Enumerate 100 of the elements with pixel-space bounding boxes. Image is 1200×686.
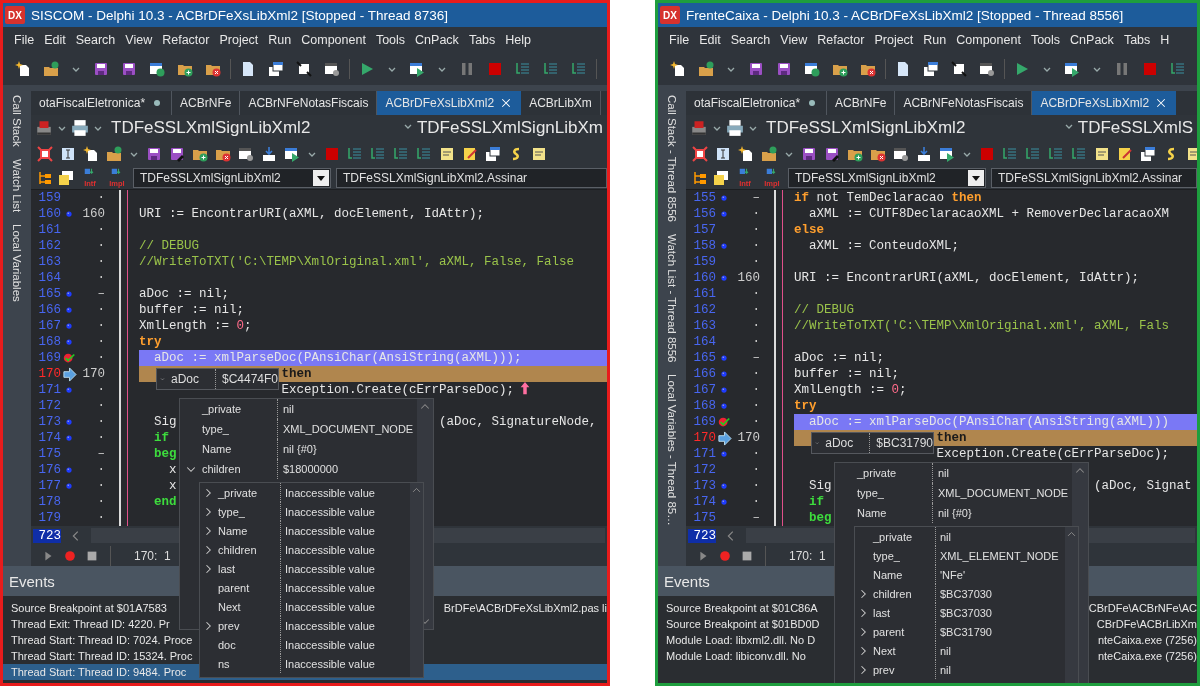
line-number: 176 <box>37 462 61 478</box>
field-value: $BC37030 <box>935 584 1064 603</box>
code-line: XmlLength := 0; <box>794 382 907 398</box>
gutter-mark: – <box>751 190 761 206</box>
gutter-mark: · <box>96 238 106 254</box>
field-name: type_ <box>202 423 230 435</box>
gutter-mark: 170 <box>736 430 761 446</box>
field-value: $18000000 <box>277 459 416 479</box>
code-line: XmlLength := 0; <box>139 318 252 334</box>
gutter-mark: · <box>96 494 106 510</box>
gutter-mark: · <box>751 398 761 414</box>
line-number: 179 <box>37 510 61 526</box>
field-value: Inaccessible value <box>280 483 409 502</box>
line-number: 172 <box>37 398 61 414</box>
gutter-mark: – <box>96 446 106 462</box>
event-text: CBrDFe\ACBrLibXm <box>1096 618 1197 630</box>
code-line: aDoc := nil; <box>139 286 229 302</box>
line-number: 169 <box>37 350 61 366</box>
event-text: nteCaixa.exe (7256) <box>1097 634 1197 646</box>
code-line: Exception.Create(cErrParseDoc); <box>281 382 515 398</box>
line-number: 162 <box>37 238 61 254</box>
gutter-mark: · <box>751 318 761 334</box>
code-line: (aDoc, Signat <box>1094 478 1192 494</box>
event-text: Source Breakpoint at $01BD0D <box>666 618 820 630</box>
line-number: 167 <box>37 318 61 334</box>
line-number: 161 <box>692 286 716 302</box>
gutter-mark: – <box>751 510 761 526</box>
line-number: 159 <box>37 190 61 206</box>
line-number: 173 <box>37 414 61 430</box>
gutter-mark: · <box>96 318 106 334</box>
code-line: aXML := ConteudoXML; <box>809 238 960 254</box>
field-value: Inaccessible value <box>280 578 409 597</box>
code-line: if not TemDeclaracao then <box>794 190 982 206</box>
line-number: 175 <box>692 510 716 526</box>
line-number: 158 <box>692 238 716 254</box>
event-text: BrDFe\ACBrDFeXsLibXml2.pas li <box>443 602 607 614</box>
gutter-mark: · <box>751 382 761 398</box>
field-name: Next <box>217 600 242 613</box>
gutter-mark: · <box>751 478 761 494</box>
line-number: 159 <box>692 254 716 270</box>
line-count: 723 <box>688 528 716 543</box>
cursor-position: 170: 1 <box>134 549 171 563</box>
field-value: XML_DOCUMENT_NODE <box>932 483 1071 503</box>
app-badge: DX <box>5 6 25 24</box>
gutter-mark: · <box>96 510 106 526</box>
code-line: URI := EncontrarURI(aXML, docElement, IdAttr); <box>794 270 1140 286</box>
field-name: Name <box>857 507 888 519</box>
code-line: if <box>154 430 170 446</box>
code-line: //WriteToTXT('C:\TEMP\XmlOriginal.xml', aXML, False, False <box>139 254 575 270</box>
field-value: XML_ELEMENT_NODE <box>935 546 1064 565</box>
field-value: nil <box>277 399 416 419</box>
line-number: 175 <box>37 446 61 462</box>
gutter-mark: · <box>96 398 106 414</box>
code-line: (aDoc, SignatureNode, <box>439 414 597 430</box>
field-value: XML_DOCUMENT_NODE <box>277 419 416 439</box>
code-line: aXML := CUTF8DeclaracaoXML + RemoverDeclaracaoXM <box>809 206 1170 222</box>
gutter-mark: · <box>751 302 761 318</box>
line-number: 171 <box>37 382 61 398</box>
field-value: nil {#0} <box>277 439 416 459</box>
code-line: Sig <box>809 478 832 494</box>
line-number: 166 <box>37 302 61 318</box>
event-text: Thread Start: Thread ID: 7024. Proce <box>11 634 193 646</box>
line-number: 160 <box>692 270 716 286</box>
event-text: Source Breakpoint at $01C86A <box>666 602 818 614</box>
field-name: _private <box>202 403 243 415</box>
cursor-position: 170: 1 <box>789 549 826 563</box>
gutter-mark: · <box>751 414 761 430</box>
field-name: Name <box>872 568 904 581</box>
code-line: URI := EncontrarURI(aXML, docElement, IdAttr); <box>139 206 485 222</box>
field-name: _private <box>857 467 898 479</box>
code-line: then <box>281 366 312 382</box>
code-line: try <box>794 398 817 414</box>
line-number: 160 <box>37 206 61 222</box>
line-number: 166 <box>692 366 716 382</box>
line-number: 177 <box>37 478 61 494</box>
line-number: 178 <box>37 494 61 510</box>
event-text: Thread Start: Thread ID: 15324. Proc <box>11 650 193 662</box>
field-value: nil <box>935 641 1064 660</box>
field-name: last <box>872 606 892 619</box>
field-value: 'NFe' <box>935 565 1064 584</box>
field-name: children <box>217 543 258 556</box>
code-line: then <box>936 430 967 446</box>
line-number: 171 <box>692 446 716 462</box>
code-line: x <box>169 478 177 494</box>
code-line: try <box>139 334 162 350</box>
unit-title: TDFeSSLXmlSignLibXm <box>416 118 603 138</box>
line-number: 164 <box>37 270 61 286</box>
gutter-mark: · <box>751 286 761 302</box>
line-number: 155 <box>692 190 716 206</box>
code-line: Exception.Create(cErrParseDoc); <box>936 446 1170 462</box>
event-text: Thread Exit: Thread ID: 4220. Pr <box>11 618 170 630</box>
variable-name: aDoc <box>169 371 200 387</box>
code-line: else <box>794 222 824 238</box>
field-name: prev <box>217 619 241 632</box>
field-name: Name <box>202 443 233 455</box>
gutter-mark: · <box>751 366 761 382</box>
line-number: 173 <box>692 478 716 494</box>
code-line: buffer := nil; <box>794 366 900 382</box>
code-line: // DEBUG <box>794 302 854 318</box>
field-value: $BC31790 <box>935 622 1064 641</box>
